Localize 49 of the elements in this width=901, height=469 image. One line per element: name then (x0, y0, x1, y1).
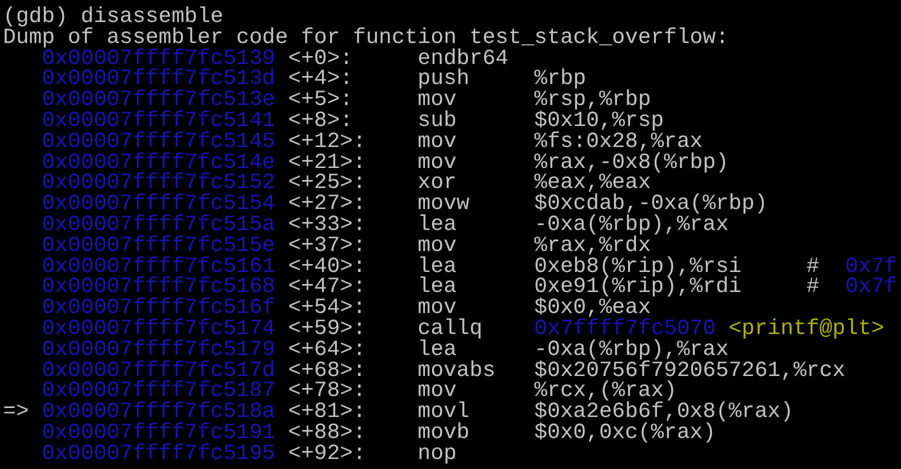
memory-address: 0x00007ffff7fc5174 (42, 318, 276, 340)
memory-address: 0x00007ffff7fc5152 (42, 173, 276, 194)
operands: $0x20756f7920657261,%rcx (534, 360, 846, 382)
memory-address: 0x00007ffff7fc5191 (42, 422, 276, 444)
memory-address: 0x00007ffff7fc515a (42, 214, 276, 236)
memory-address: 0x00007ffff7fc5187 (42, 381, 276, 402)
memory-address: 0x00007ffff7fc514e (42, 152, 276, 174)
operands: %fs:0x28,%rax (534, 132, 703, 153)
comment-mark: # (806, 277, 820, 298)
memory-address: 0x00007ffff7fc5154 (42, 194, 276, 215)
operands: %eax,%eax (534, 173, 651, 194)
comment-mark: # (806, 256, 820, 278)
mnemonic: push (418, 67, 470, 92)
memory-address: 0x00007ffff7fc5141 (42, 110, 276, 132)
comment-address: 0x7f (845, 277, 898, 298)
memory-address: 0x00007ffff7fc5168 (42, 277, 276, 298)
operands: $0xa2e6b6f,0x8(%rax) (534, 402, 794, 423)
operands: -0xa(%rbp),%rax (534, 340, 729, 361)
operands: %rcx,(%rax) (534, 381, 677, 402)
gdb-command: (gdb) disassemble (3, 7, 224, 28)
operands: %rax,-0x8(%rbp) (534, 152, 729, 174)
memory-address: 0x00007ffff7fc513d (42, 69, 276, 90)
memory-address: 0x00007ffff7fc5145 (42, 132, 276, 153)
operands: $0x10,%rsp (534, 110, 664, 132)
operands: 0xe91(%rip),%rdi (534, 277, 742, 298)
operands: %rax,%rdx (534, 236, 651, 257)
comment-address: 0x7f (845, 256, 898, 278)
operands: $0xcdab,-0xa(%rbp) (534, 194, 768, 215)
current-line-marker: => (3, 400, 29, 424)
memory-address: 0x00007ffff7fc5161 (42, 256, 276, 278)
symbol-name: <printf@plt> (728, 318, 884, 340)
operands: %rbp (534, 69, 586, 90)
memory-address: 0x00007ffff7fc5179 (42, 340, 276, 361)
disassembly-header: Dump of assembler code for function test_stack_overflow: (3, 28, 729, 49)
memory-address: 0x00007ffff7fc515e (42, 236, 276, 257)
mnemonic: lea (418, 212, 457, 237)
operands: -0xa(%rbp),%rax (534, 214, 729, 236)
call-target-address: 0x7ffff7fc5070 (534, 318, 716, 340)
operands: 0xeb8(%rip),%rsi (534, 256, 742, 278)
operands: $0x0,%eax (534, 298, 651, 319)
mnemonic: lea (418, 275, 457, 300)
memory-address: 0x00007ffff7fc513e (42, 90, 276, 111)
memory-address: 0x00007ffff7fc516f (42, 298, 276, 319)
memory-address: 0x00007ffff7fc5139 (42, 48, 276, 70)
memory-address: 0x00007ffff7fc5195 (42, 444, 276, 465)
operands: $0x0,0xc(%rax) (534, 422, 716, 444)
memory-address: 0x00007ffff7fc518a (42, 402, 276, 423)
operands: %rsp,%rbp (534, 90, 651, 111)
memory-address: 0x00007ffff7fc517d (42, 360, 276, 382)
